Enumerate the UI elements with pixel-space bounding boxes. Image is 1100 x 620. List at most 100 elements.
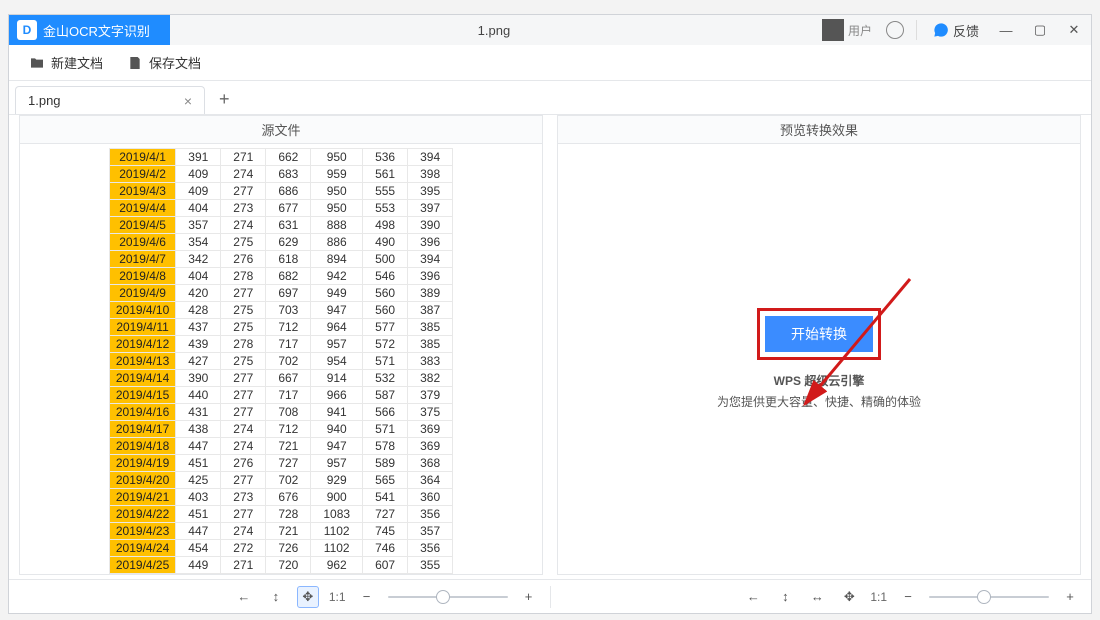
fit-height-button[interactable]: ↕ xyxy=(774,586,796,608)
start-convert-button[interactable]: 开始转换 xyxy=(765,316,873,352)
data-cell: 278 xyxy=(221,336,266,353)
data-cell: 950 xyxy=(311,183,363,200)
data-cell: 954 xyxy=(311,353,363,370)
zoom-out-button-2[interactable]: − xyxy=(897,586,919,608)
move-tool-button[interactable]: ✥ xyxy=(297,586,319,608)
date-cell: 2019/4/20 xyxy=(109,472,175,489)
table-row: 2019/4/13427275702954571383 xyxy=(109,353,452,370)
table-row: 2019/4/17438274712940571369 xyxy=(109,421,452,438)
data-cell: 273 xyxy=(221,489,266,506)
fit-both-button[interactable]: ✥ xyxy=(838,586,860,608)
zoom-in-button[interactable]: + xyxy=(518,586,540,608)
data-cell: 425 xyxy=(176,472,221,489)
source-panel-title: 源文件 xyxy=(20,116,542,144)
zoom-slider[interactable] xyxy=(388,596,508,598)
data-cell: 439 xyxy=(176,336,221,353)
data-cell: 894 xyxy=(311,251,363,268)
data-cell: 369 xyxy=(408,421,453,438)
data-cell: 717 xyxy=(266,336,311,353)
date-cell: 2019/4/7 xyxy=(109,251,175,268)
sync-icon[interactable] xyxy=(886,21,904,39)
app-title: 金山OCR文字识别 xyxy=(43,21,150,40)
tab-bar: 1.png × + xyxy=(9,81,1091,115)
source-panel: 源文件 2019/4/13912716629505363942019/4/240… xyxy=(19,115,543,575)
zoom-in-button-2[interactable]: + xyxy=(1059,586,1081,608)
data-cell: 962 xyxy=(311,557,363,574)
preview-panel-title: 预览转换效果 xyxy=(558,116,1080,144)
data-cell: 275 xyxy=(221,302,266,319)
new-document-button[interactable]: 新建文档 xyxy=(29,53,103,72)
date-cell: 2019/4/4 xyxy=(109,200,175,217)
tab-label: 1.png xyxy=(28,93,61,108)
table-row: 2019/4/5357274631888498390 xyxy=(109,217,452,234)
data-cell: 727 xyxy=(266,455,311,472)
data-cell: 277 xyxy=(221,472,266,489)
data-cell: 677 xyxy=(266,200,311,217)
data-cell: 385 xyxy=(408,336,453,353)
titlebar-right: 用户 反馈 — ▢ ✕ xyxy=(818,15,1091,45)
table-row: 2019/4/11437275712964577385 xyxy=(109,319,452,336)
data-cell: 1102 xyxy=(311,523,363,540)
save-document-button[interactable]: 保存文档 xyxy=(127,53,201,72)
promo-text-1: WPS 超级云引擎 xyxy=(774,372,865,389)
data-cell: 276 xyxy=(221,455,266,472)
maximize-button[interactable]: ▢ xyxy=(1023,15,1057,45)
data-cell: 395 xyxy=(408,183,453,200)
add-tab-button[interactable]: + xyxy=(211,89,238,114)
data-cell: 949 xyxy=(311,285,363,302)
data-cell: 355 xyxy=(408,557,453,574)
zoom-slider-2[interactable] xyxy=(929,596,1049,598)
chat-icon xyxy=(933,22,949,38)
data-cell: 561 xyxy=(363,166,408,183)
minimize-button[interactable]: — xyxy=(989,15,1023,45)
zoom-slider-knob-2[interactable] xyxy=(977,590,991,604)
feedback-button[interactable]: 反馈 xyxy=(933,21,979,40)
fit-width-button[interactable]: ↔ xyxy=(806,586,828,608)
data-cell: 589 xyxy=(363,455,408,472)
table-row: 2019/4/8404278682942546396 xyxy=(109,268,452,285)
data-cell: 607 xyxy=(363,557,408,574)
data-cell: 277 xyxy=(221,285,266,302)
table-row: 2019/4/4404273677950553397 xyxy=(109,200,452,217)
table-row: 2019/4/19451276727957589368 xyxy=(109,455,452,472)
data-cell: 404 xyxy=(176,200,221,217)
data-cell: 364 xyxy=(408,472,453,489)
table-row: 2019/4/25449271720962607355 xyxy=(109,557,452,574)
arrow-left-button-2[interactable]: ← xyxy=(742,586,764,608)
data-cell: 500 xyxy=(363,251,408,268)
zoom-out-button[interactable]: − xyxy=(356,586,378,608)
data-cell: 720 xyxy=(266,557,311,574)
tab-close-button[interactable]: × xyxy=(184,93,192,109)
data-cell: 957 xyxy=(311,336,363,353)
table-row: 2019/4/1391271662950536394 xyxy=(109,149,452,166)
hand-tool-button[interactable]: ↕ xyxy=(265,586,287,608)
data-cell: 369 xyxy=(408,438,453,455)
data-cell: 717 xyxy=(266,387,311,404)
close-window-button[interactable]: ✕ xyxy=(1057,15,1091,45)
data-cell: 440 xyxy=(176,387,221,404)
zoom-slider-knob[interactable] xyxy=(436,590,450,604)
data-cell: 941 xyxy=(311,404,363,421)
tab-1png[interactable]: 1.png × xyxy=(15,86,205,114)
data-cell: 947 xyxy=(311,302,363,319)
data-cell: 277 xyxy=(221,183,266,200)
promo-text-2: 为您提供更大容量、快捷、精确的体验 xyxy=(717,393,921,410)
data-cell: 745 xyxy=(363,523,408,540)
source-image-view[interactable]: 2019/4/13912716629505363942019/4/2409274… xyxy=(20,144,542,574)
table-row: 2019/4/234472747211102745357 xyxy=(109,523,452,540)
start-button-highlight: 开始转换 xyxy=(757,308,881,360)
date-cell: 2019/4/12 xyxy=(109,336,175,353)
workspace: 源文件 2019/4/13912716629505363942019/4/240… xyxy=(9,115,1091,579)
date-cell: 2019/4/19 xyxy=(109,455,175,472)
data-cell: 385 xyxy=(408,319,453,336)
arrow-left-button[interactable]: ← xyxy=(233,586,255,608)
data-cell: 272 xyxy=(221,540,266,557)
user-avatar[interactable] xyxy=(822,19,844,41)
data-cell: 571 xyxy=(363,353,408,370)
data-cell: 950 xyxy=(311,200,363,217)
data-cell: 390 xyxy=(176,370,221,387)
date-cell: 2019/4/18 xyxy=(109,438,175,455)
data-cell: 447 xyxy=(176,523,221,540)
table-row: 2019/4/6354275629886490396 xyxy=(109,234,452,251)
save-document-label: 保存文档 xyxy=(149,53,201,72)
